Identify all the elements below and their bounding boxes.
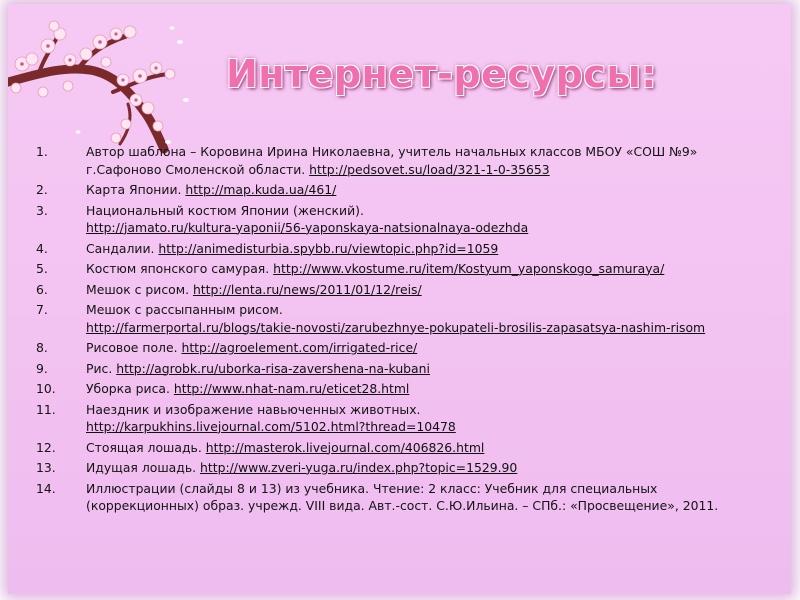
item-text: Сандалии. [86, 240, 159, 256]
list-item: 10. Уборка риса. http://www.nhat-nam.ru/… [36, 380, 766, 398]
item-text: Карта Японии. [86, 182, 186, 197]
item-number: 4. [36, 240, 48, 256]
item-number: 2. [36, 182, 48, 197]
sakura-branch-image [8, 20, 189, 154]
item-link[interactable]: http://map.kuda.ua/461/ [185, 182, 336, 197]
item-link[interactable]: http://farmerportal.ru/blogs/takie-novos… [86, 320, 705, 335]
slide: Интернет-ресурсы: 1. Автор шаблона – Кор… [8, 4, 791, 594]
list-item: 3. Национальный костюм Японии (женский).… [36, 202, 766, 237]
item-text: Наездник и изображение навьюченных живот… [86, 401, 421, 417]
item-number: 6. [36, 281, 48, 297]
item-number: 5. [36, 261, 48, 276]
item-number: 1. [36, 144, 48, 159]
page-title: Интернет-ресурсы: [226, 52, 657, 96]
item-number: 11. [36, 401, 56, 417]
item-number: 3. [36, 202, 48, 218]
list-item: 13. Идущая лошадь. http://www.zveri-yuga… [36, 459, 766, 477]
item-link[interactable]: http://lenta.ru/news/2011/01/12/reis/ [193, 282, 422, 297]
item-link[interactable]: http://agroelement.com/irrigated-rice/ [181, 340, 417, 355]
list-item: 12. Стоящая лошадь. http://masterok.live… [36, 439, 766, 457]
item-text: Костюм японского самурая. [86, 261, 274, 276]
list-item: 2. Карта Японии. http://map.kuda.ua/461/ [36, 181, 766, 199]
item-number: 12. [36, 439, 56, 455]
item-link[interactable]: http://karpukhins.livejournal.com/5102.h… [86, 419, 456, 434]
item-text: Иллюстрации (слайды 8 и 13) из учебника.… [86, 480, 719, 514]
item-link[interactable]: http://www.vkostume.ru/item/Kostyum_yapo… [273, 261, 664, 276]
list-item: 4. Сандалии. http://animedisturbia.spybb… [36, 240, 766, 258]
item-link[interactable]: http://www.nhat-nam.ru/eticet28.html [174, 381, 410, 396]
item-number: 8. [36, 340, 48, 355]
item-link[interactable]: http://masterok.livejournal.com/406826.h… [206, 440, 485, 455]
item-link[interactable]: http://agrobk.ru/uborka-risa-zavershena-… [116, 361, 430, 376]
list-item: 7. Мешок с рассыпанным рисом. http://farm… [36, 301, 766, 336]
item-text: Национальный костюм Японии (женский). [86, 202, 364, 218]
item-text: Уборка риса. [86, 381, 174, 396]
item-text: Стоящая лошадь. [86, 439, 206, 455]
list-item: 1. Автор шаблона – Коровина Ирина Никола… [36, 143, 766, 178]
list-item: 9. Рис. http://agrobk.ru/uborka-risa-zav… [36, 360, 766, 378]
item-text: Рис. [86, 360, 117, 376]
references-list: 1. Автор шаблона – Коровина Ирина Никола… [36, 143, 766, 518]
list-item: 14. Иллюстрации (слайды 8 и 13) из учебн… [36, 480, 766, 515]
list-item: 5. Костюм японского самурая. http://www.… [36, 260, 766, 278]
item-text: Мешок с рисом. [86, 281, 193, 297]
item-number: 7. [36, 302, 48, 317]
item-number: 9. [36, 360, 48, 376]
item-link[interactable]: http://jamato.ru/kultura-yaponii/56-yapo… [86, 220, 528, 235]
item-link[interactable]: http://www.zveri-yuga.ru/index.php?topic… [200, 460, 517, 475]
list-item: 8. Рисовое поле. http://agroelement.com/… [36, 339, 766, 357]
item-number: 14. [36, 480, 56, 496]
list-item: 11. Наездник и изображение навьюченных ж… [36, 401, 766, 436]
item-link[interactable]: http://animedisturbia.spybb.ru/viewtopic… [158, 241, 498, 256]
list-item: 6. Мешок с рисом. http://lenta.ru/news/2… [36, 281, 766, 299]
item-number: 13. [36, 460, 56, 475]
item-link[interactable]: http://pedsovet.su/load/321-1-0-35653 [309, 162, 550, 177]
item-text: Мешок с рассыпанным рисом. [86, 302, 283, 317]
item-text: Рисовое поле. [86, 340, 182, 355]
item-text: Идущая лошадь. [86, 460, 201, 475]
item-number: 10. [36, 381, 56, 396]
